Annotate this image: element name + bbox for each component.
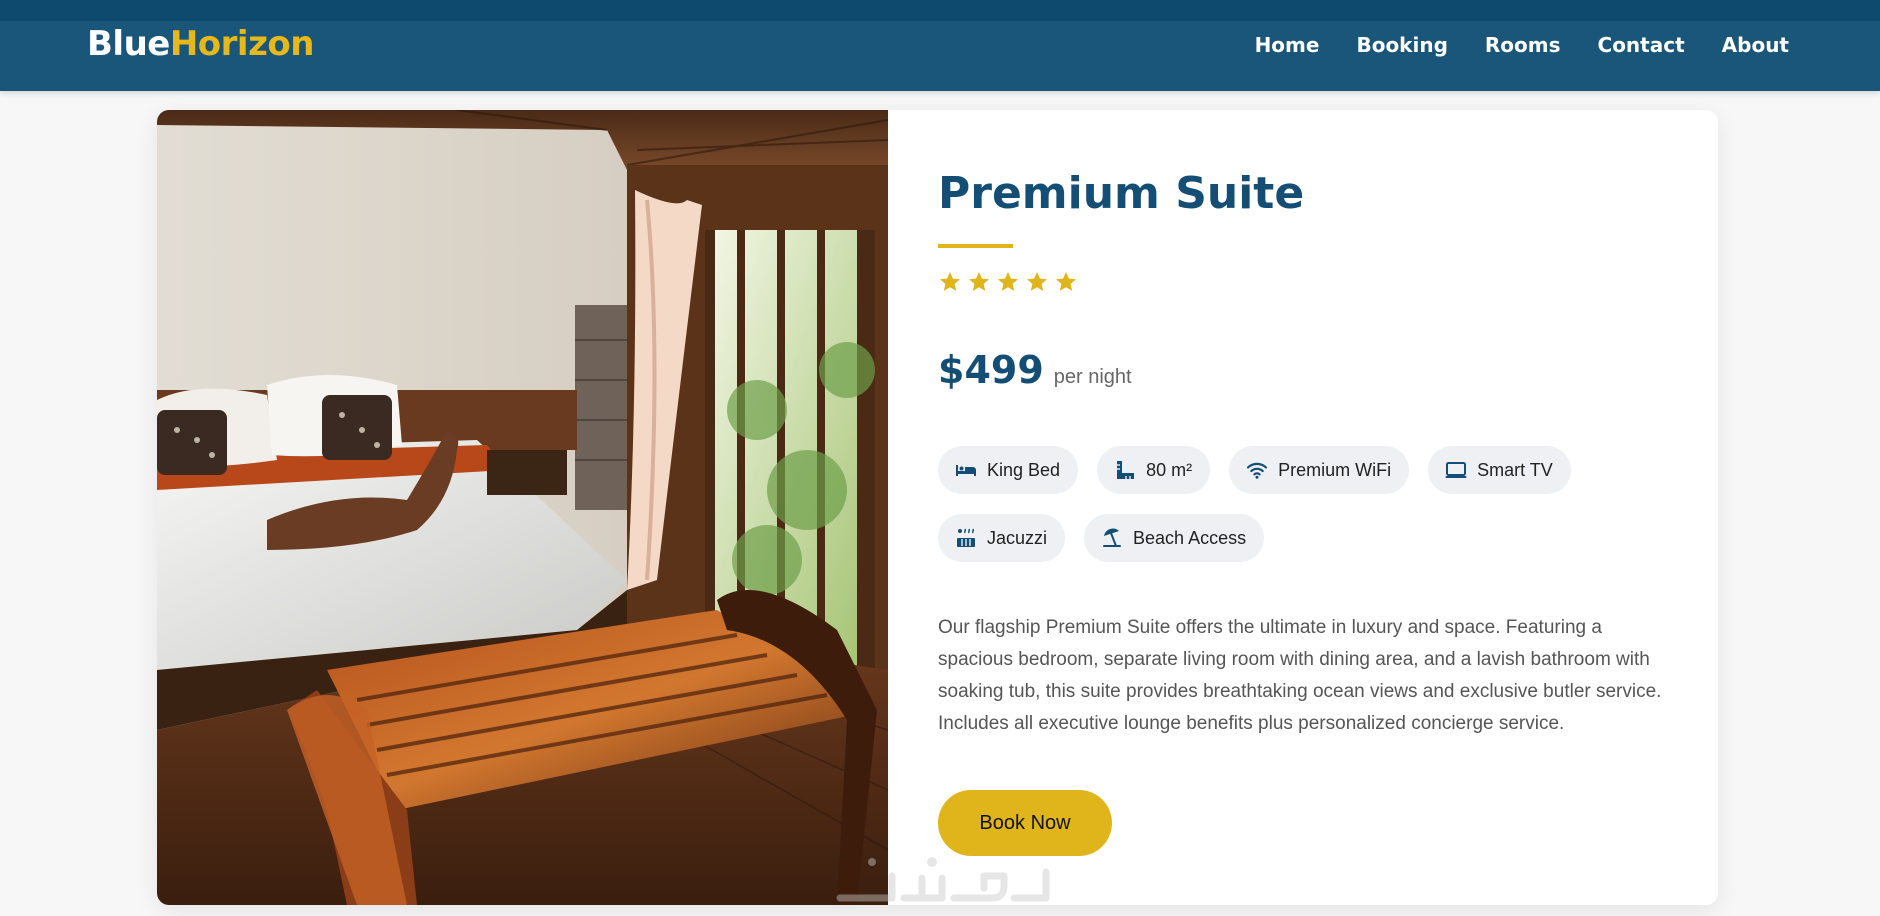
star-icon [1027, 272, 1047, 291]
star-icon [998, 272, 1018, 291]
nav-link-about[interactable]: About [1722, 33, 1789, 57]
top-strip [0, 0, 1880, 21]
room-title: Premium Suite [938, 168, 1305, 219]
wifi-icon [1246, 462, 1268, 479]
amenity-label: Smart TV [1477, 459, 1553, 480]
amenity-chip: Beach Access [1084, 514, 1265, 562]
nav-link-rooms[interactable]: Rooms [1485, 33, 1561, 57]
price-amount: $499 [938, 348, 1044, 392]
star-icon [969, 272, 989, 291]
book-now-button[interactable]: Book Now [938, 790, 1112, 856]
amenity-chip: 80 m² [1097, 446, 1211, 494]
ruler-icon [1117, 461, 1135, 479]
amenity-label: Jacuzzi [987, 527, 1048, 548]
umbrella-beach-icon [1103, 528, 1122, 547]
room-card: Premium Suite $499 per night King Bed 80… [157, 110, 1718, 905]
star-icon [940, 272, 960, 291]
amenity-label: 80 m² [1146, 459, 1193, 480]
room-description: Our flagship Premium Suite offers the ul… [938, 617, 1662, 734]
amenity-chip: King Bed [938, 446, 1079, 494]
amenity-label: Beach Access [1133, 527, 1247, 548]
main-nav: Home Booking Rooms Contact About [1255, 33, 1789, 57]
brand-logo-part2: Horizon [169, 24, 315, 64]
nav-link-booking[interactable]: Booking [1356, 33, 1447, 57]
star-icon [1056, 272, 1076, 291]
amenity-chip: Jacuzzi [938, 514, 1066, 562]
amenity-label: Premium WiFi [1278, 459, 1392, 480]
title-underline [938, 244, 1013, 248]
nav-link-home[interactable]: Home [1255, 33, 1320, 57]
top-navigation-bar: BlueHorizon Home Booking Rooms Contact A… [0, 0, 1880, 91]
star-rating [938, 270, 1078, 294]
tv-icon [1445, 462, 1467, 478]
amenity-label: King Bed [987, 459, 1061, 480]
amenity-chip: Premium WiFi [1229, 446, 1410, 494]
nav-link-contact[interactable]: Contact [1598, 33, 1685, 57]
amenity-chip: Smart TV [1428, 446, 1571, 494]
bed-icon [956, 465, 976, 476]
room-photo [157, 110, 888, 905]
amenities-list: King Bed 80 m² Premium WiFi Smart TV Jac… [938, 446, 1658, 562]
price-unit: per night [1053, 366, 1132, 388]
price-block: $499 per night [938, 348, 1132, 392]
brand-logo[interactable]: BlueHorizon [87, 24, 314, 64]
hot-tub-icon [957, 528, 975, 547]
brand-logo-part1: Blue [87, 24, 170, 64]
